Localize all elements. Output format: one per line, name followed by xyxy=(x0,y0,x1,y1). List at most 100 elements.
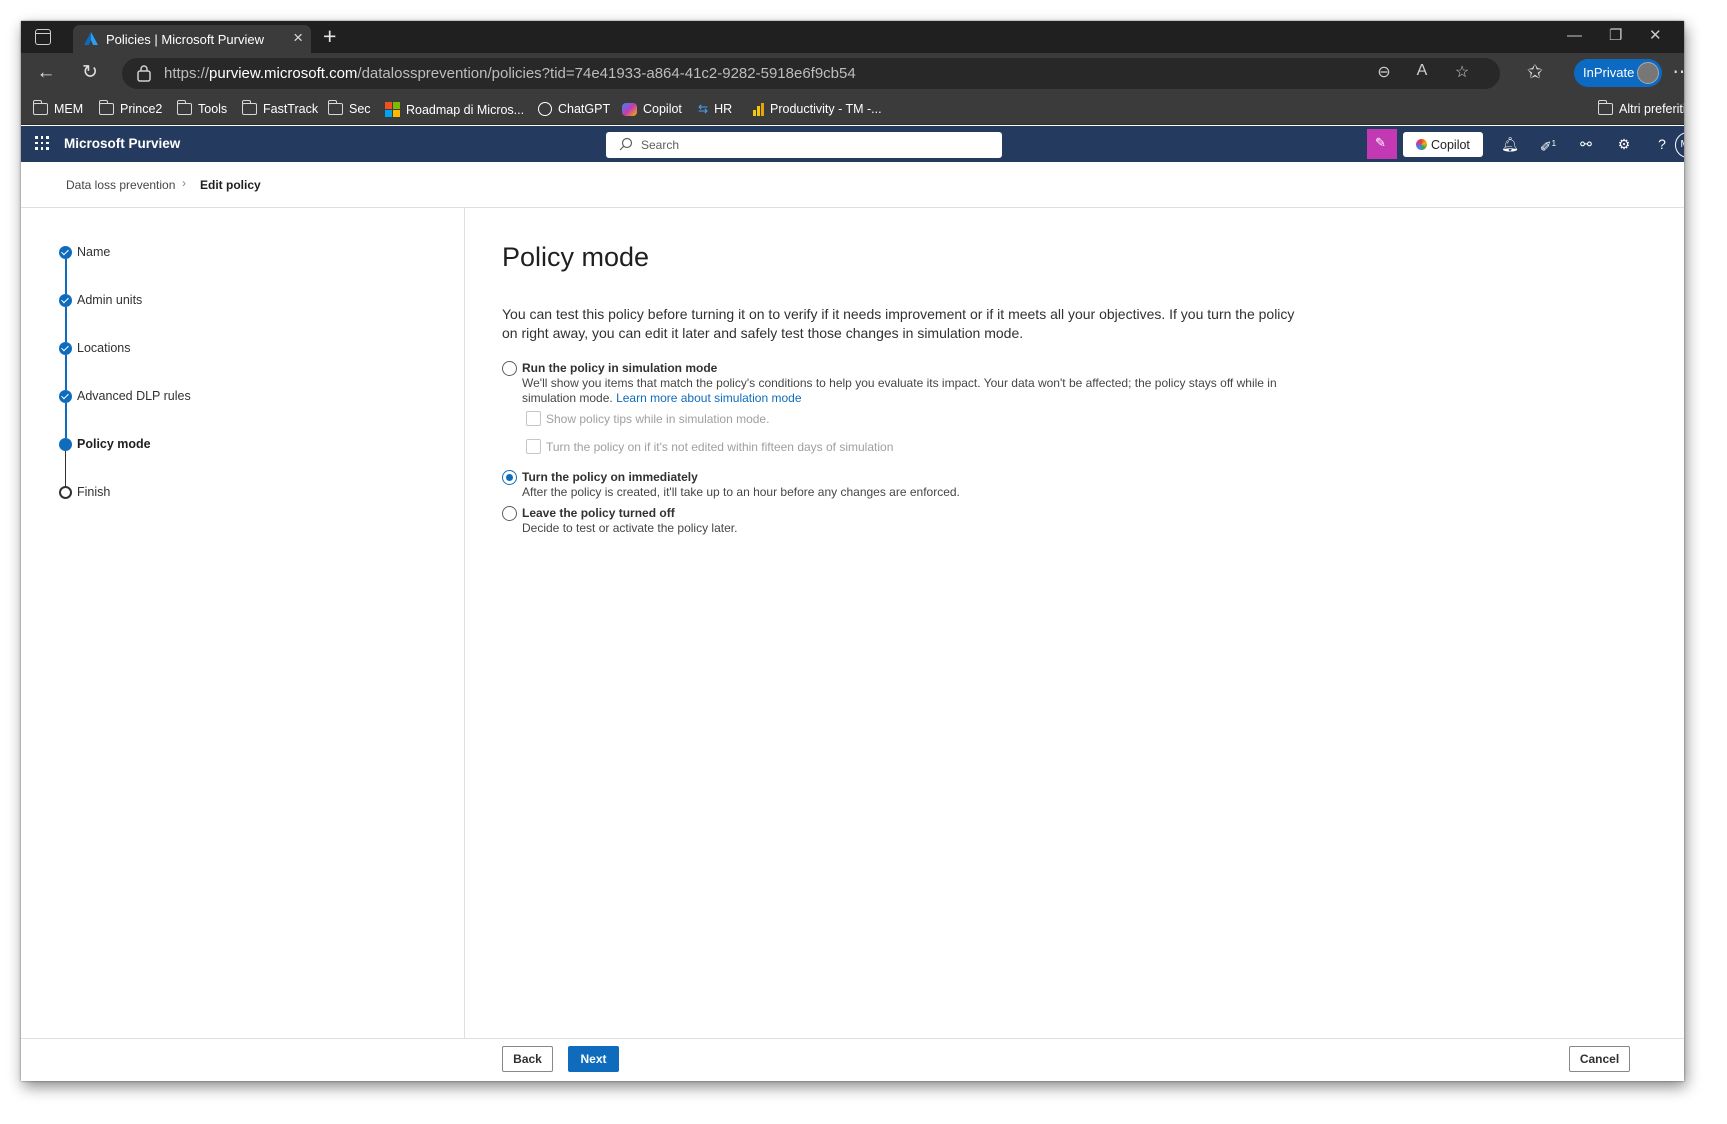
back-button[interactable]: Back xyxy=(502,1046,553,1072)
inprivate-label: InPrivate xyxy=(1583,65,1635,80)
wizard-footer: Back Next Cancel xyxy=(21,1038,1684,1081)
inprivate-badge[interactable]: InPrivate xyxy=(1574,59,1662,87)
favorites-icon[interactable]: ✩ xyxy=(1524,62,1546,84)
step-complete-icon xyxy=(59,294,72,307)
favorite-star-icon[interactable]: ☆ xyxy=(1452,62,1472,82)
option-title: Leave the policy turned off xyxy=(522,506,675,520)
folder-icon xyxy=(177,100,192,115)
favorite-fasttrack[interactable]: FastTrack xyxy=(242,100,318,116)
option-description: We'll show you items that match the poli… xyxy=(522,376,1277,405)
option-description: After the policy is created, it'll take … xyxy=(522,485,960,499)
breadcrumb: Data loss prevention › Edit policy xyxy=(21,162,1684,208)
favorite-prince2[interactable]: Prince2 xyxy=(99,100,162,116)
minimize-icon[interactable]: — xyxy=(1567,27,1582,45)
more-menu-icon[interactable]: ⋯ xyxy=(1671,62,1685,84)
app-launcher-icon[interactable] xyxy=(35,136,49,150)
favorite-copilot[interactable]: Copilot xyxy=(622,102,682,116)
back-arrow-icon[interactable]: ← xyxy=(35,62,57,84)
folder-icon xyxy=(99,100,114,115)
new-tab-icon[interactable]: + xyxy=(323,23,336,49)
url-text: https://purview.microsoft.com/datalosspr… xyxy=(164,65,856,82)
learn-more-link[interactable]: Learn more about simulation mode xyxy=(616,391,801,405)
chevron-right-icon: › xyxy=(182,176,186,190)
folder-icon xyxy=(242,100,257,115)
copilot-icon xyxy=(1416,139,1427,150)
purview-favicon-icon xyxy=(84,32,98,45)
checkbox-box[interactable] xyxy=(526,439,541,454)
favorite-mem[interactable]: MEM xyxy=(33,100,83,116)
address-bar[interactable]: https://purview.microsoft.com/datalosspr… xyxy=(122,58,1500,89)
simulation-radio[interactable] xyxy=(502,361,517,376)
favorite-productivity[interactable]: Productivity - TM -... xyxy=(753,102,882,116)
page-description: You can test this policy before turning … xyxy=(502,306,1295,341)
notification-count: 1 xyxy=(1551,139,1557,148)
close-window-icon[interactable]: ✕ xyxy=(1649,27,1662,45)
step-connector xyxy=(65,451,66,486)
folder-icon xyxy=(1598,100,1613,115)
step-label: Finish xyxy=(77,485,111,499)
whats-new-icon[interactable]: ✐1 xyxy=(1538,134,1558,155)
checkbox-label: Turn the policy on if it's not edited wi… xyxy=(546,440,894,454)
screenshot-stage: Policies | Microsoft Purview × + — ❐ ✕ ←… xyxy=(0,0,1727,1124)
step-connector xyxy=(65,307,67,342)
copilot-button[interactable]: Copilot xyxy=(1403,132,1483,157)
search-placeholder: Search xyxy=(641,138,680,152)
app-name[interactable]: Microsoft Purview xyxy=(64,136,180,151)
next-button[interactable]: Next xyxy=(568,1046,619,1072)
refresh-icon[interactable]: ↻ xyxy=(79,62,101,84)
notifications-icon[interactable]: 🔔︎ xyxy=(1500,134,1520,154)
user-avatar[interactable]: MA xyxy=(1675,132,1684,158)
step-pending-icon xyxy=(59,486,72,499)
favorite-tools[interactable]: Tools xyxy=(177,100,227,116)
step-complete-icon xyxy=(59,390,72,403)
favorite-other[interactable]: Altri preferiti xyxy=(1598,100,1684,116)
step-complete-icon xyxy=(59,246,72,259)
profile-avatar-icon xyxy=(1637,62,1659,84)
favorite-roadmap[interactable]: Roadmap di Micros... xyxy=(385,102,524,117)
immediately-radio[interactable] xyxy=(502,470,517,485)
browser-toolbar: ← ↻ https://purview.microsoft.com/datalo… xyxy=(21,53,1684,95)
leave-off-radio[interactable] xyxy=(502,506,517,521)
breadcrumb-dlp-link[interactable]: Data loss prevention xyxy=(66,178,175,192)
restore-icon[interactable]: ❐ xyxy=(1609,27,1622,45)
tab-close-icon[interactable]: × xyxy=(293,29,303,47)
step-label: Name xyxy=(77,245,111,259)
purview-app-bar: Microsoft Purview Search ✎ Copilot 🔔︎ ✐1… xyxy=(21,126,1684,162)
page-title: Policy mode xyxy=(502,242,650,272)
step-label: Locations xyxy=(77,341,131,355)
step-connector xyxy=(65,259,67,294)
copilot-label: Copilot xyxy=(1431,138,1470,152)
wizard-steps: Name Admin units Locations Advanced DLP … xyxy=(21,208,465,1038)
option-title: Turn the policy on immediately xyxy=(522,470,698,484)
read-aloud-icon[interactable]: A xyxy=(1412,62,1432,80)
connections-icon[interactable]: ⚯ xyxy=(1576,134,1596,154)
zoom-out-icon[interactable]: ⊖ xyxy=(1374,62,1394,82)
help-icon[interactable]: ? xyxy=(1652,134,1672,154)
hr-icon: ⇆ xyxy=(698,102,709,116)
favorites-bar: MEM Prince2 Tools FastTrack Sec Roadmap … xyxy=(21,95,1684,125)
step-current-icon xyxy=(59,438,72,451)
chatgpt-icon xyxy=(538,102,552,116)
favorite-chatgpt[interactable]: ChatGPT xyxy=(538,102,610,116)
step-complete-icon xyxy=(59,342,72,355)
breadcrumb-current: Edit policy xyxy=(200,178,261,192)
browser-tab[interactable]: Policies | Microsoft Purview × xyxy=(73,25,311,53)
feedback-button[interactable]: ✎ xyxy=(1367,129,1397,159)
tab-actions-icon[interactable] xyxy=(35,29,51,45)
lock-icon[interactable] xyxy=(136,64,152,82)
checkbox-box[interactable] xyxy=(526,411,541,426)
step-connector xyxy=(65,403,67,438)
cancel-button[interactable]: Cancel xyxy=(1569,1046,1630,1072)
tab-title: Policies | Microsoft Purview xyxy=(106,32,264,47)
settings-gear-icon[interactable]: ⚙ xyxy=(1614,134,1634,154)
step-label: Policy mode xyxy=(77,437,151,451)
favorite-sec[interactable]: Sec xyxy=(328,100,371,116)
search-input[interactable]: Search xyxy=(606,132,1002,158)
checkbox-label: Show policy tips while in simulation mod… xyxy=(546,412,770,426)
browser-window: Policies | Microsoft Purview × + — ❐ ✕ ←… xyxy=(21,21,1684,1081)
megaphone-icon: ✎ xyxy=(1375,135,1386,150)
copilot-icon xyxy=(622,102,637,116)
title-bar: Policies | Microsoft Purview × + — ❐ ✕ xyxy=(21,21,1684,53)
option-title: Run the policy in simulation mode xyxy=(522,361,718,375)
favorite-hr[interactable]: ⇆ HR xyxy=(698,102,732,116)
